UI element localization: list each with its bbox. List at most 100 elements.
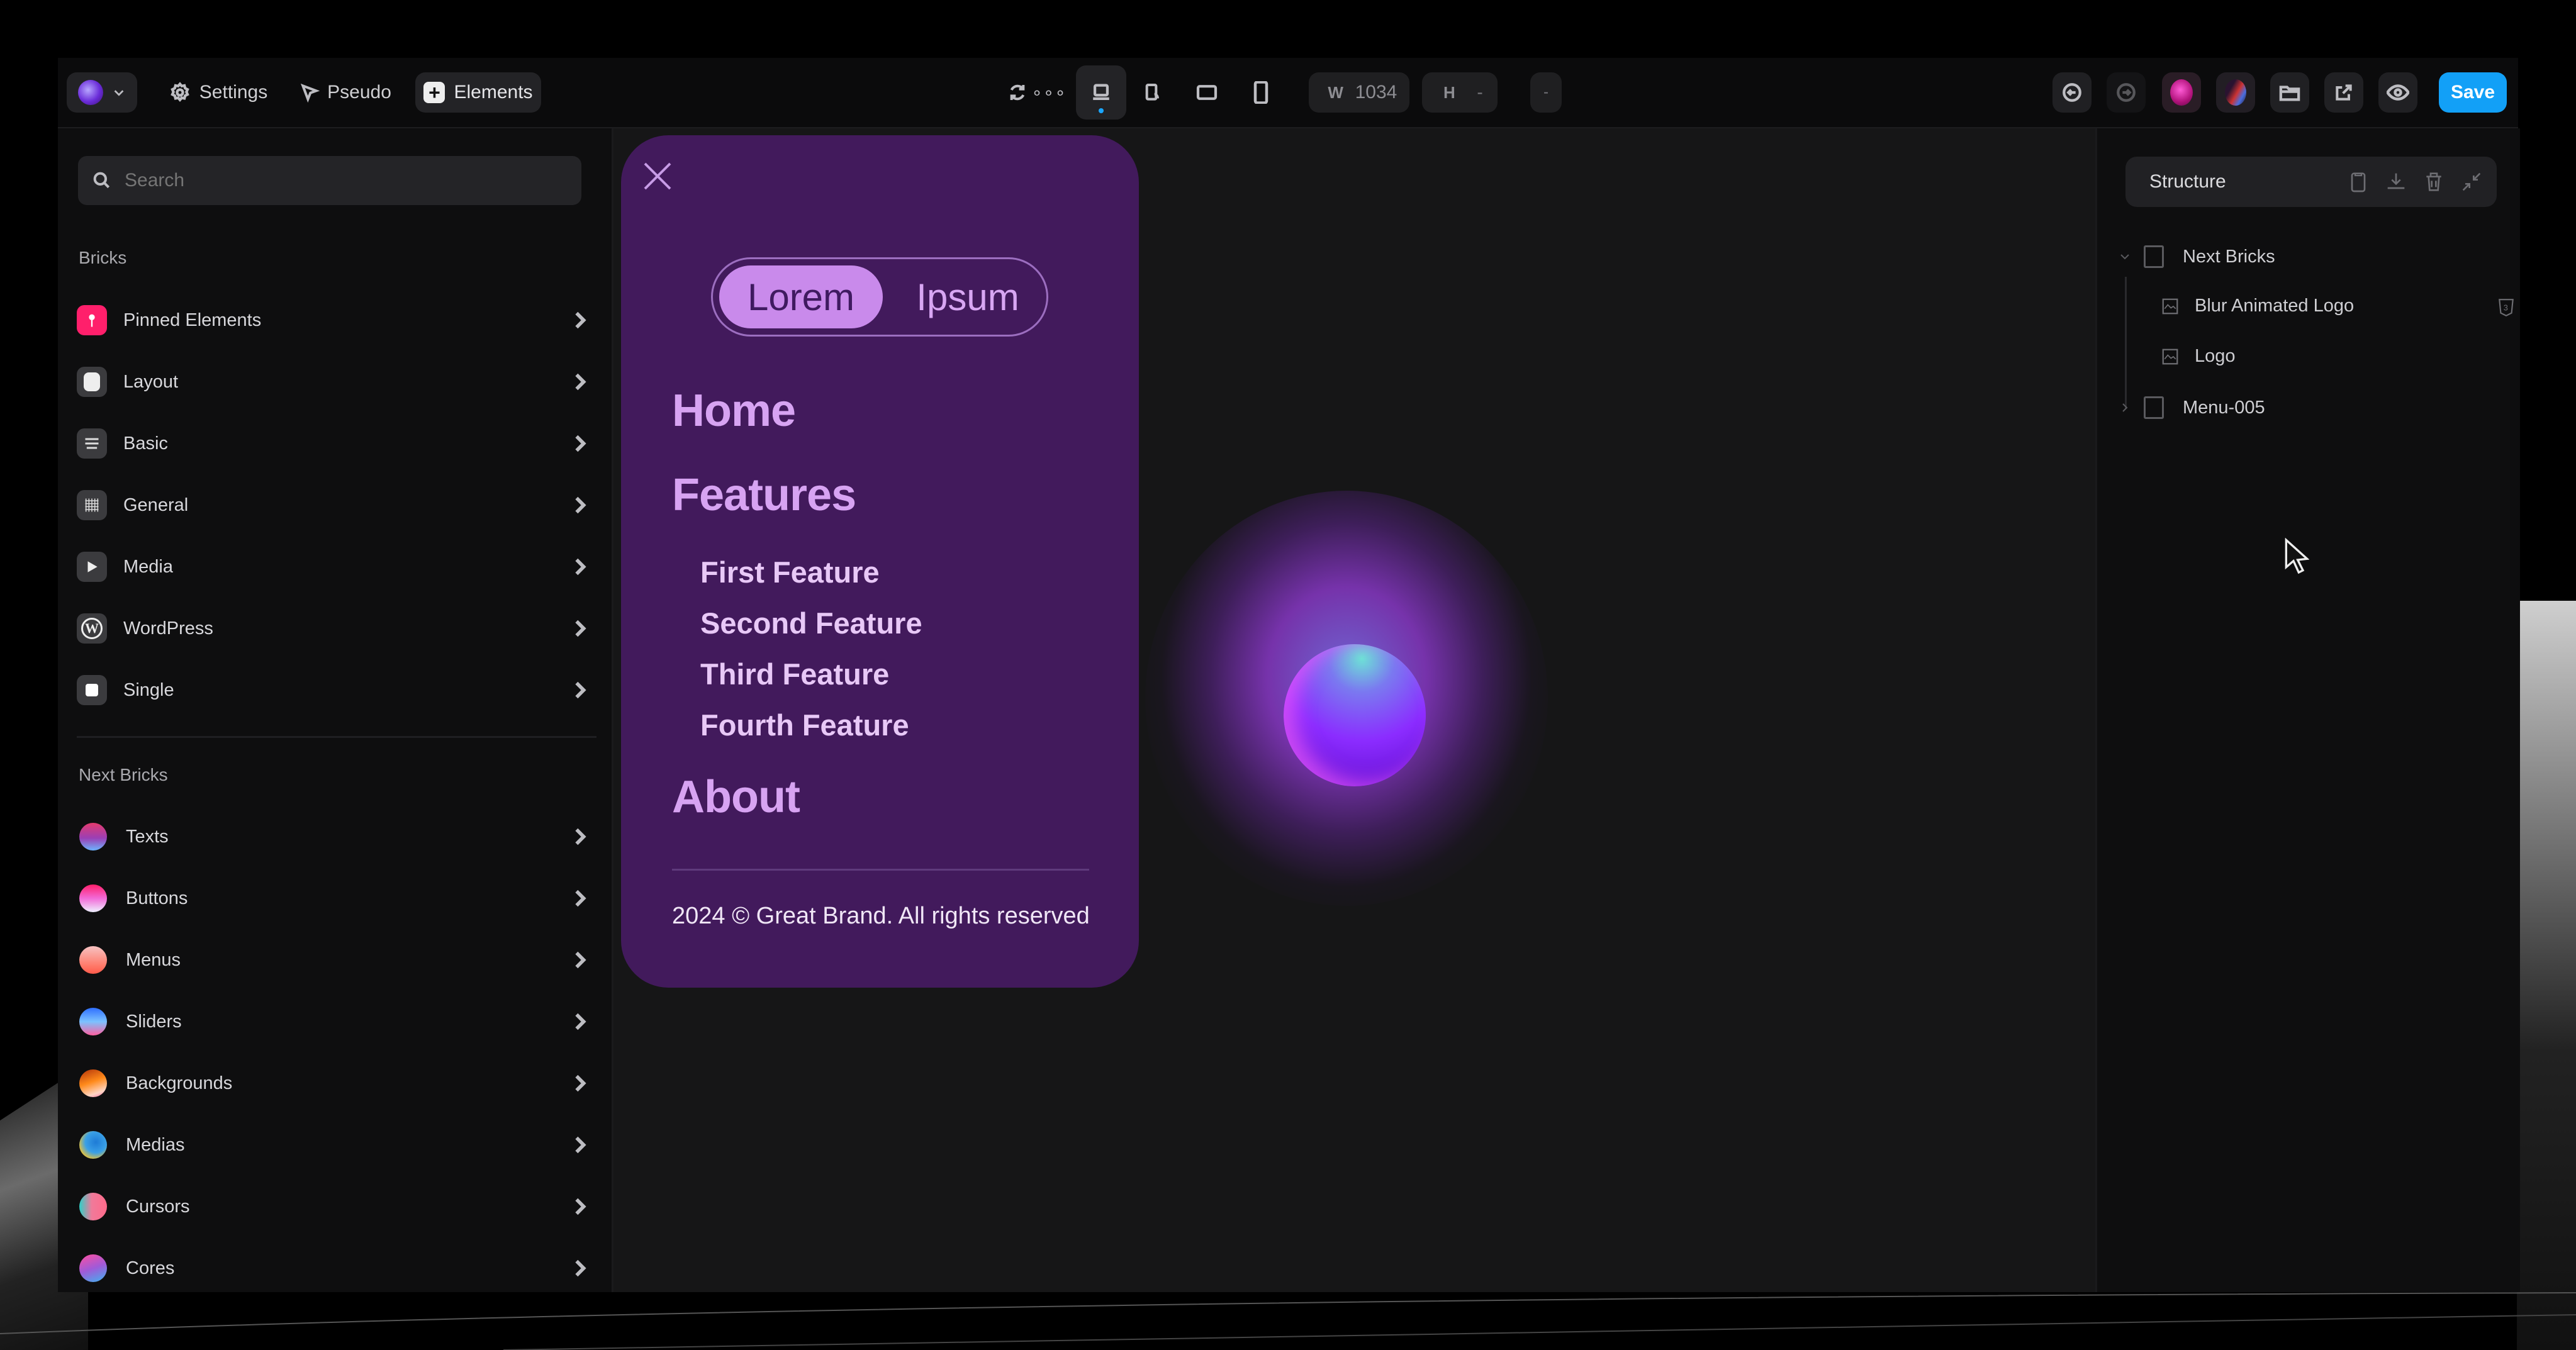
single-icon — [77, 675, 107, 705]
category-label: Medias — [126, 1134, 185, 1155]
category-single[interactable]: Single — [77, 665, 586, 715]
tree-branch-line — [2125, 277, 2127, 409]
search-icon — [93, 172, 110, 189]
more-dots-icon: ∘∘∘ — [1031, 82, 1067, 103]
category-wordpress[interactable]: W WordPress — [77, 603, 586, 654]
category-sliders[interactable]: Sliders — [77, 996, 586, 1047]
undo-button[interactable] — [2052, 72, 2092, 113]
mobile-icon — [1253, 81, 1268, 104]
search-input[interactable] — [123, 169, 554, 192]
chevron-right-icon[interactable] — [2119, 401, 2131, 414]
elements-button[interactable]: + Elements — [415, 72, 541, 113]
tree-item-next-bricks[interactable]: Next Bricks — [2119, 245, 2275, 268]
blur-animated-logo-orb[interactable] — [1284, 644, 1426, 786]
section-divider — [77, 736, 596, 738]
css3-badge-icon: 3 — [2499, 299, 2514, 317]
tree-item-blur-animated-logo[interactable]: Blur Animated Logo — [2161, 296, 2354, 316]
toggle-option-active[interactable]: Lorem — [719, 265, 883, 328]
category-pinned-elements[interactable]: Pinned Elements — [77, 295, 586, 345]
open-external-button[interactable] — [2324, 72, 2363, 113]
logo-menu-button[interactable] — [67, 72, 137, 113]
container-icon — [2144, 245, 2164, 268]
category-buttons[interactable]: Buttons — [77, 873, 586, 923]
menus-orb-icon — [79, 946, 107, 974]
more-options-button[interactable]: ∘∘∘ — [1031, 72, 1066, 113]
redo-button[interactable] — [2107, 72, 2146, 113]
nav-link-about[interactable]: About — [672, 771, 800, 823]
chevron-right-icon — [575, 1259, 586, 1277]
breakpoint-desktop-button[interactable] — [1076, 65, 1126, 120]
sliders-orb-icon — [79, 1008, 107, 1035]
toggle-option-inactive[interactable]: Ipsum — [895, 265, 1040, 328]
chevron-right-icon — [575, 373, 586, 391]
top-toolbar: Settings Pseudo + Elements ∘∘∘ W 1034 H … — [58, 58, 2518, 128]
eye-icon — [2387, 84, 2409, 101]
svg-text:3: 3 — [2504, 303, 2508, 312]
menu-footer-divider — [672, 869, 1089, 871]
close-icon[interactable] — [642, 160, 673, 192]
tree-item-label: Menu-005 — [2183, 397, 2265, 418]
search-box[interactable] — [78, 156, 581, 205]
height-field[interactable]: H - — [1422, 72, 1498, 113]
chevron-right-icon — [575, 496, 586, 514]
plugin-button-2[interactable] — [2216, 72, 2255, 113]
nav-sublink-first-feature[interactable]: First Feature — [700, 555, 880, 589]
cursors-orb-icon — [79, 1193, 107, 1220]
width-value[interactable]: 1034 — [1355, 82, 1397, 103]
nav-link-home[interactable]: Home — [672, 385, 796, 437]
wordpress-icon: W — [77, 613, 107, 644]
backgrounds-orb-icon — [79, 1069, 107, 1097]
trash-icon[interactable] — [2421, 169, 2446, 194]
chevron-right-icon — [575, 681, 586, 699]
folder-icon — [2279, 86, 2300, 101]
nav-sublink-third-feature[interactable]: Third Feature — [700, 657, 889, 691]
nav-sublink-fourth-feature[interactable]: Fourth Feature — [700, 708, 909, 742]
cores-orb-icon — [79, 1254, 107, 1282]
laptop-icon — [1093, 84, 1109, 101]
category-basic[interactable]: Basic — [77, 418, 586, 469]
category-layout[interactable]: Layout — [77, 357, 586, 407]
category-label: Media — [123, 556, 173, 577]
category-general[interactable]: General — [77, 480, 586, 530]
breakpoint-mobile-button[interactable] — [1242, 72, 1280, 113]
nav-sublink-second-feature[interactable]: Second Feature — [700, 606, 922, 640]
chevron-down-icon[interactable] — [2119, 250, 2131, 263]
category-cursors[interactable]: Cursors — [77, 1181, 586, 1232]
save-button[interactable]: Save — [2439, 72, 2507, 113]
pin-icon — [77, 305, 107, 335]
category-texts[interactable]: Texts — [77, 812, 586, 862]
plugin-button-1[interactable] — [2162, 72, 2201, 113]
height-value[interactable]: - — [1477, 82, 1482, 103]
category-label: WordPress — [123, 618, 213, 639]
pseudo-label: Pseudo — [327, 82, 391, 103]
width-field[interactable]: W 1034 — [1309, 72, 1409, 113]
breakpoint-tablet-landscape-button[interactable] — [1134, 72, 1172, 113]
clipboard-icon[interactable] — [2346, 169, 2371, 194]
chevron-right-icon — [575, 620, 586, 637]
nav-link-features[interactable]: Features — [672, 469, 856, 521]
category-medias[interactable]: Medias — [77, 1120, 586, 1170]
category-backgrounds[interactable]: Backgrounds — [77, 1058, 586, 1108]
collapse-icon[interactable] — [2459, 169, 2484, 194]
download-icon[interactable] — [2383, 169, 2409, 194]
category-label: Buttons — [126, 888, 188, 908]
category-cores[interactable]: Cores — [77, 1243, 586, 1293]
scale-field[interactable]: - — [1530, 72, 1562, 113]
tree-item-logo[interactable]: Logo — [2161, 346, 2236, 367]
height-label: H — [1443, 82, 1455, 102]
category-label: Texts — [126, 826, 169, 847]
settings-button[interactable]: Settings — [165, 72, 272, 113]
scale-value[interactable]: - — [1543, 84, 1548, 101]
tree-item-menu-005[interactable]: Menu-005 — [2119, 396, 2265, 419]
breakpoint-tablet-button[interactable] — [1188, 72, 1226, 113]
container-icon — [2144, 396, 2164, 419]
templates-button[interactable] — [2270, 72, 2309, 113]
category-menus[interactable]: Menus — [77, 935, 586, 985]
pseudo-button[interactable]: Pseudo — [292, 72, 399, 113]
active-indicator-dot — [1099, 108, 1104, 113]
preview-button[interactable] — [2378, 72, 2417, 113]
category-media[interactable]: Media — [77, 542, 586, 592]
background-wave-right — [2517, 601, 2576, 1350]
language-toggle[interactable]: Lorem Ipsum — [711, 257, 1048, 337]
refresh-button[interactable] — [1002, 72, 1033, 113]
